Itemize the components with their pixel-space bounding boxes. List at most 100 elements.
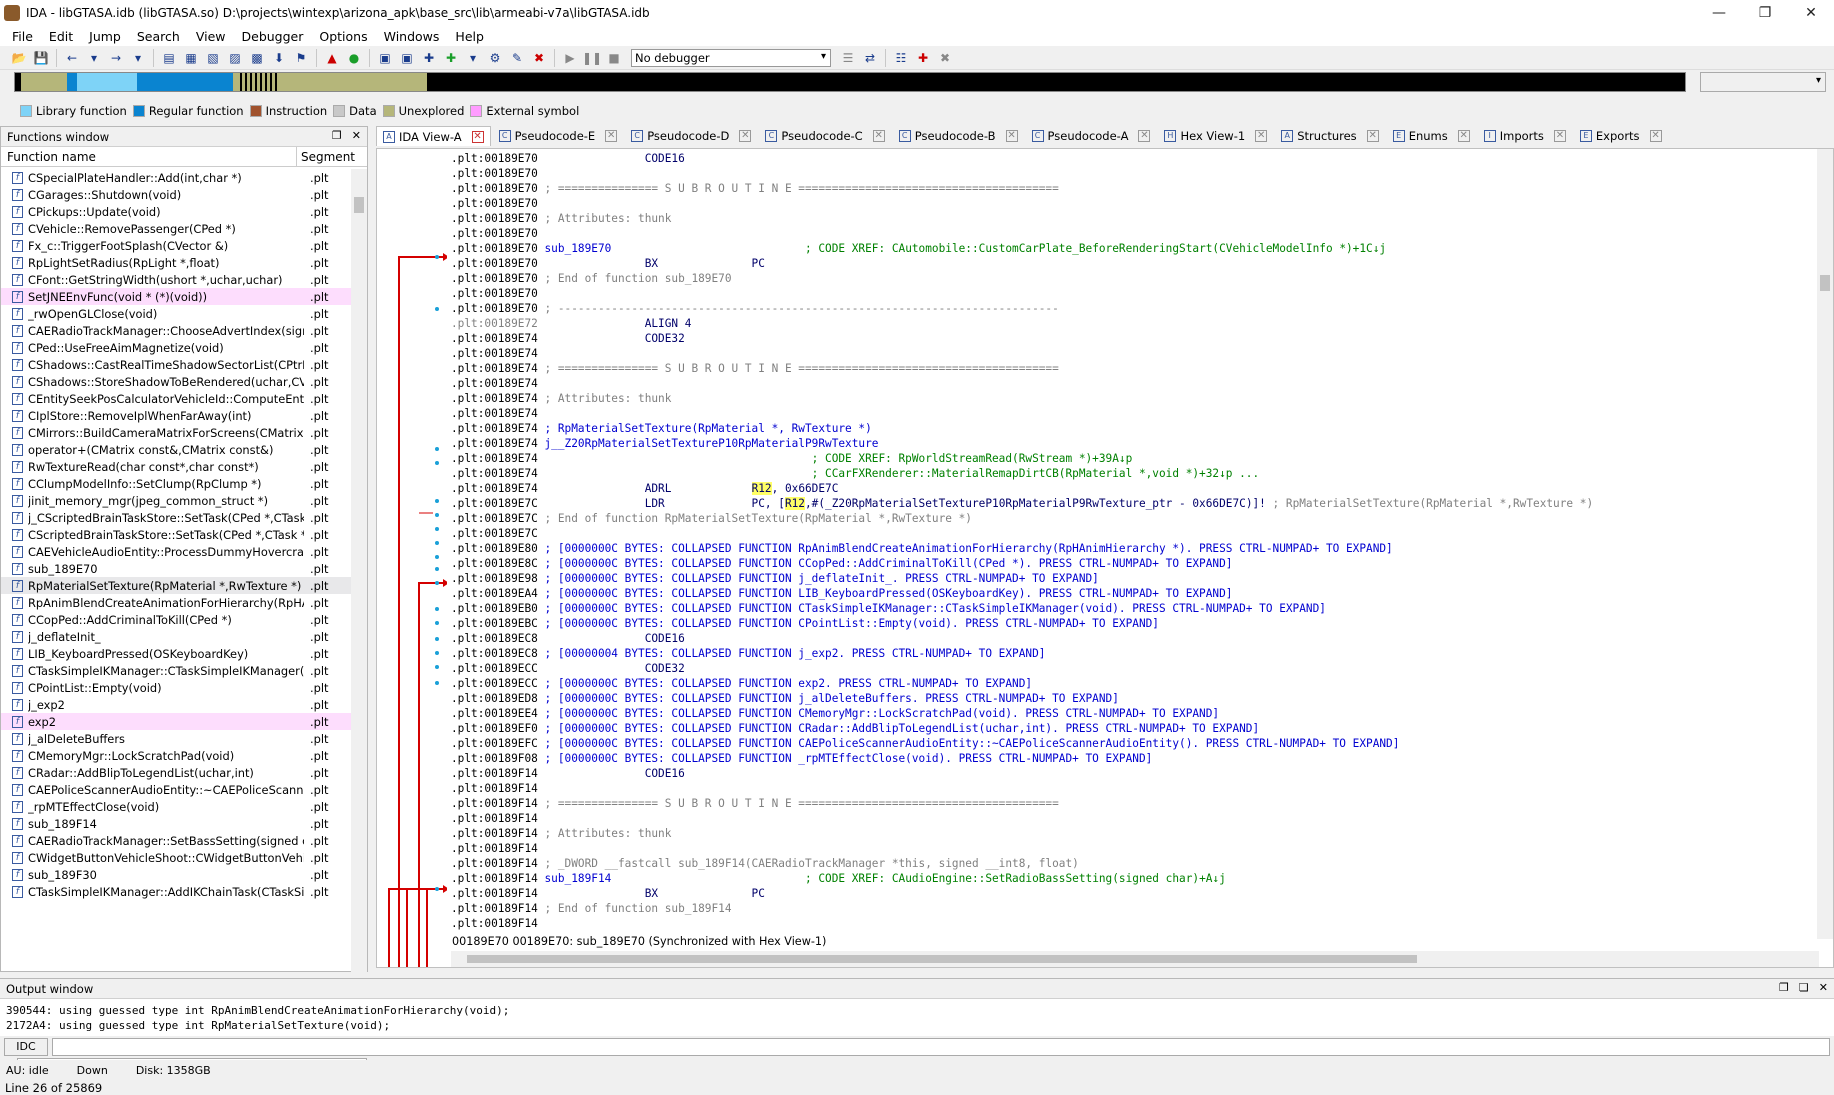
disasm-line[interactable]: .plt:00189E8C ; [0000000C BYTES: COLLAPS… bbox=[451, 556, 1801, 571]
jump-down-icon[interactable]: ⬇ bbox=[270, 49, 288, 67]
menu-jump[interactable]: Jump bbox=[81, 29, 129, 44]
add-segment-icon[interactable]: ✚ bbox=[420, 49, 438, 67]
search-immediate-icon[interactable]: ▨ bbox=[226, 49, 244, 67]
function-row[interactable]: f CAEVehicleAudioEntity::ProcessDummyHove… bbox=[1, 543, 351, 560]
disasm-line[interactable]: .plt:00189E70 ; =============== S U B R … bbox=[451, 181, 1801, 196]
navigation-band[interactable] bbox=[14, 72, 1686, 92]
disasm-line[interactable]: .plt:00189E98 ; [0000000C BYTES: COLLAPS… bbox=[451, 571, 1801, 586]
function-row[interactable]: f CFont::GetStringWidth(ushort *,uchar,uc… bbox=[1, 271, 351, 288]
disasm-line[interactable]: .plt:00189E74 ; RpMaterialSetTexture(RpM… bbox=[451, 421, 1801, 436]
function-row[interactable]: f CAERadioTrackManager::SetBassSetting(si… bbox=[1, 832, 351, 849]
disasm-line[interactable]: .plt:00189F14 ; =============== S U B R … bbox=[451, 796, 1801, 811]
function-row[interactable]: f CPickups::Update(void) .plt bbox=[1, 203, 351, 220]
disasm-line[interactable]: .plt:00189E70 bbox=[451, 286, 1801, 301]
disasm-line[interactable]: .plt:00189E70 ; ------------------------… bbox=[451, 301, 1801, 316]
scroll-thumb[interactable] bbox=[467, 955, 1417, 963]
disasm-line[interactable]: .plt:00189ED8 ; [0000000C BYTES: COLLAPS… bbox=[451, 691, 1801, 706]
function-row[interactable]: f SetJNEEnvFunc(void * (*)(void)) .plt bbox=[1, 288, 351, 305]
disasm-line[interactable]: .plt:00189E70 CODE16 bbox=[451, 151, 1801, 166]
close-pane-icon[interactable]: ✕ bbox=[1819, 981, 1828, 994]
delete-icon[interactable]: ✖ bbox=[530, 49, 548, 67]
function-row[interactable]: f j_CScriptedBrainTaskStore::SetTask(CPed… bbox=[1, 509, 351, 526]
menu-options[interactable]: Options bbox=[311, 29, 375, 44]
disasm-line[interactable]: .plt:00189E7C ; End of function RpMateri… bbox=[451, 511, 1801, 526]
disasm-line[interactable]: .plt:00189E70 ; Attributes: thunk bbox=[451, 211, 1801, 226]
function-row[interactable]: f _rwOpenGLClose(void) .plt bbox=[1, 305, 351, 322]
close-tab-icon[interactable]: ✕ bbox=[471, 130, 484, 143]
disasm-line[interactable]: .plt:00189F14 BX PC bbox=[451, 886, 1801, 901]
close-tab-icon[interactable]: ✕ bbox=[872, 130, 885, 142]
disasm-line[interactable]: .plt:00189E74 ; CODE XREF: RpWorldStream… bbox=[451, 451, 1801, 466]
tab-pseudocode-c[interactable]: C Pseudocode-C ✕ bbox=[759, 126, 890, 146]
add-item-icon[interactable]: ✚ bbox=[442, 49, 460, 67]
function-row[interactable]: f CTaskSimpleIKManager::CTaskSimpleIKMana… bbox=[1, 662, 351, 679]
create-function-icon[interactable]: ▣ bbox=[376, 49, 394, 67]
close-tab-icon[interactable]: ✕ bbox=[1255, 130, 1268, 142]
close-tab-icon[interactable]: ✕ bbox=[1138, 130, 1151, 142]
scroll-thumb[interactable] bbox=[1820, 275, 1830, 291]
function-row[interactable]: f CClumpModelInfo::SetClump(RpClump *) .pl… bbox=[1, 475, 351, 492]
disasm-line[interactable]: .plt:00189F08 ; [0000000C BYTES: COLLAPS… bbox=[451, 751, 1801, 766]
pause-debug-icon[interactable]: ❚❚ bbox=[582, 49, 602, 67]
tab-exports[interactable]: E Exports ✕ bbox=[1574, 126, 1668, 146]
disasm-line[interactable]: .plt:00189EB0 ; [0000000C BYTES: COLLAPS… bbox=[451, 601, 1801, 616]
add-item-dropdown-icon[interactable]: ▾ bbox=[464, 49, 482, 67]
functions-vscroll[interactable] bbox=[351, 169, 367, 1039]
function-row[interactable]: f sub_189F30 .plt bbox=[1, 866, 351, 883]
menu-windows[interactable]: Windows bbox=[376, 29, 448, 44]
function-row[interactable]: f sub_189E70 .plt bbox=[1, 560, 351, 577]
disasm-line[interactable]: .plt:00189E74 CODE32 bbox=[451, 331, 1801, 346]
disasm-line[interactable]: .plt:00189F14 ; Attributes: thunk bbox=[451, 826, 1801, 841]
disasm-line[interactable]: .plt:00189E70 ; End of function sub_189E… bbox=[451, 271, 1801, 286]
disasm-line[interactable]: .plt:00189E7C LDR PC, [R12,#(_Z20RpMater… bbox=[451, 496, 1801, 511]
maximize-button[interactable]: ❐ bbox=[1742, 0, 1788, 26]
binary-search-icon[interactable]: ▤ bbox=[160, 49, 178, 67]
disasm-line[interactable]: .plt:00189E74 ; Attributes: thunk bbox=[451, 391, 1801, 406]
command-input[interactable] bbox=[52, 1038, 1830, 1056]
disasm-line[interactable]: .plt:00189EE4 ; [0000000C BYTES: COLLAPS… bbox=[451, 706, 1801, 721]
function-row[interactable]: f CAERadioTrackManager::ChooseAdvertIndex… bbox=[1, 322, 351, 339]
forward-dropdown-icon[interactable]: ▾ bbox=[129, 49, 147, 67]
function-row[interactable]: f CCopPed::AddCriminalToKill(CPed *) .plt bbox=[1, 611, 351, 628]
view-hscroll[interactable] bbox=[451, 951, 1819, 967]
close-pane-icon[interactable]: ✕ bbox=[352, 129, 361, 142]
function-row[interactable]: f j_exp2 .plt bbox=[1, 696, 351, 713]
idc-language-button[interactable]: IDC bbox=[4, 1038, 48, 1056]
function-row[interactable]: f RwTextureRead(char const*,char const*).… bbox=[1, 458, 351, 475]
function-row[interactable]: f RpLightSetRadius(RpLight *,float) .plt bbox=[1, 254, 351, 271]
minimize-button[interactable]: — bbox=[1696, 0, 1742, 26]
tab-imports[interactable]: I Imports ✕ bbox=[1478, 126, 1572, 146]
function-row[interactable]: f Fx_c::TriggerFootSplash(CVector &) .plt bbox=[1, 237, 351, 254]
text-search-icon[interactable]: ▦ bbox=[182, 49, 200, 67]
disassembly-listing[interactable]: .plt:00189E70 CODE16 .plt:00189E70 .plt:00… bbox=[451, 151, 1801, 931]
function-row[interactable]: f CTaskSimpleIKManager::AddIKChainTask(CT… bbox=[1, 883, 351, 900]
close-tab-icon[interactable]: ✕ bbox=[739, 130, 752, 142]
col-function-name[interactable]: Function name bbox=[1, 147, 297, 166]
col-segment[interactable]: Segment bbox=[297, 150, 355, 164]
menu-file[interactable]: File bbox=[4, 29, 41, 44]
function-row[interactable]: f CScriptedBrainTaskStore::SetTask(CPed *… bbox=[1, 526, 351, 543]
menu-debugger[interactable]: Debugger bbox=[234, 29, 312, 44]
back-icon[interactable]: ← bbox=[63, 49, 81, 67]
tab-ida-view-a[interactable]: A IDA View-A ✕ bbox=[376, 126, 491, 146]
remove-breakpoint-icon[interactable]: ✖ bbox=[936, 49, 954, 67]
dock-pane-icon[interactable]: ❏ bbox=[1799, 981, 1809, 994]
function-row[interactable]: f CIplStore::RemoveIplWhenFarAway(int) .pl… bbox=[1, 407, 351, 424]
back-dropdown-icon[interactable]: ▾ bbox=[85, 49, 103, 67]
disasm-line[interactable]: .plt:00189E70 bbox=[451, 226, 1801, 241]
tab-pseudocode-e[interactable]: C Pseudocode-E ✕ bbox=[493, 126, 624, 146]
ida-view-a[interactable]: .plt:00189E70 CODE16 .plt:00189E70 .plt:00… bbox=[376, 148, 1834, 968]
menu-help[interactable]: Help bbox=[447, 29, 492, 44]
tab-enums[interactable]: E Enums ✕ bbox=[1387, 126, 1476, 146]
disasm-line[interactable]: .plt:00189F14 ; _DWORD __fastcall sub_18… bbox=[451, 856, 1801, 871]
debugger-select[interactable]: No debugger bbox=[631, 48, 831, 67]
menu-edit[interactable]: Edit bbox=[41, 29, 81, 44]
stop-debug-icon[interactable]: ■ bbox=[605, 49, 623, 67]
disasm-line[interactable]: .plt:00189F14 bbox=[451, 811, 1801, 826]
forward-icon[interactable]: → bbox=[107, 49, 125, 67]
float-pane-icon[interactable]: ❐ bbox=[1779, 981, 1789, 994]
tab-hex-view-1[interactable]: H Hex View-1 ✕ bbox=[1158, 126, 1273, 146]
debugger-options-icon[interactable]: ☰ bbox=[839, 49, 857, 67]
disasm-line[interactable]: .plt:00189E70 BX PC bbox=[451, 256, 1801, 271]
start-debug-icon[interactable]: ▶ bbox=[561, 49, 579, 67]
